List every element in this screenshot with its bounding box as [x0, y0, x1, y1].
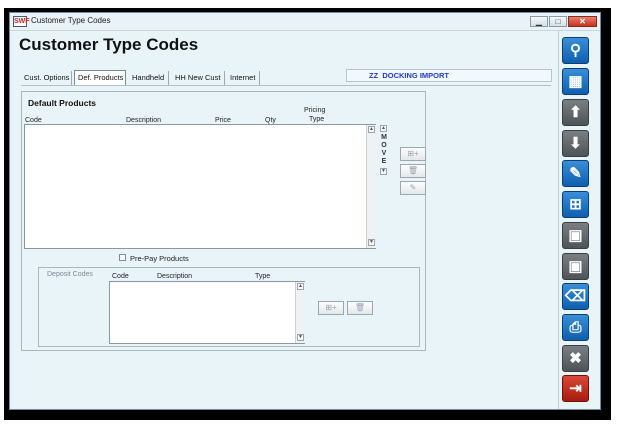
move-up-button[interactable]: ▲ [380, 125, 387, 132]
add-deposit-button[interactable]: ⊞+ [318, 301, 344, 315]
window-close-button[interactable]: ✕ [568, 16, 597, 27]
exit-icon[interactable]: ⇥ [562, 375, 589, 402]
close-icon[interactable]: ✖ [562, 345, 589, 372]
print-icon[interactable]: ⎙ [562, 314, 589, 341]
scroll-down-button[interactable]: ▼ [368, 239, 375, 246]
title-bar[interactable]: SWF Customer Type Codes ▁ □ ✕ [10, 13, 600, 31]
delete-product-button[interactable]: 🗑 [400, 164, 426, 178]
trash-icon[interactable]: ⌫ [562, 283, 589, 310]
page-title: Customer Type Codes [19, 35, 199, 54]
divider [21, 85, 551, 86]
pencil-icon[interactable]: ✎ [562, 160, 589, 187]
move-down-button[interactable]: ▼ [380, 168, 387, 175]
tab-hh-new-cust[interactable]: HH New Cust [172, 71, 225, 86]
grid-icon[interactable]: ▦ [562, 68, 589, 95]
column-description: Description [126, 117, 162, 124]
deposit-scrollbar[interactable]: ▲ ▼ [295, 282, 305, 343]
column-qty: Qty [265, 117, 276, 124]
save-icon[interactable]: ▣ [562, 253, 589, 280]
products-scrollbar[interactable]: ▲ ▼ [366, 125, 376, 248]
search-icon[interactable]: ⚲ [562, 37, 589, 64]
customer-type-code-display: ZZ DOCKING IMPORT [346, 69, 552, 82]
maximize-button[interactable]: □ [549, 16, 567, 27]
column-pricing-type-line2: Type [309, 116, 325, 123]
default-products-list[interactable]: ▲ ▼ [24, 124, 376, 249]
deposit-column-description: Description [157, 273, 193, 280]
deposit-codes-list[interactable]: ▲ ▼ [109, 281, 305, 344]
scroll-up-button[interactable]: ▲ [368, 126, 375, 133]
save-add-icon[interactable]: ▣ [562, 222, 589, 249]
arrow-up-icon[interactable]: ⬆ [562, 99, 589, 126]
deposit-scroll-down-button[interactable]: ▼ [297, 334, 304, 341]
window-title: Customer Type Codes [31, 16, 111, 25]
default-products-title: Default Products [28, 98, 97, 108]
deposit-codes-title: Deposit Codes [47, 271, 93, 278]
minimize-button[interactable]: ▁ [530, 16, 548, 27]
arrow-down-icon[interactable]: ⬇ [562, 130, 589, 157]
app-icon: SWF [13, 16, 30, 27]
deposit-column-type: Type [255, 273, 271, 280]
code-label: ZZ DOCKING IMPORT [369, 71, 450, 80]
prepay-products-checkbox[interactable] [119, 254, 126, 261]
add-document-icon[interactable]: ⊞ [562, 191, 589, 218]
tab-cust-options[interactable]: Cust. Options [21, 71, 72, 86]
deposit-column-code: Code [112, 273, 129, 280]
delete-deposit-button[interactable]: 🗑 [347, 301, 373, 315]
tab-handheld[interactable]: Handheld [129, 71, 169, 86]
column-price: Price [215, 117, 231, 124]
move-letter-e: E [381, 158, 387, 165]
column-code: Code [25, 117, 42, 124]
main-window: SWF Customer Type Codes ▁ □ ✕ Customer T… [9, 12, 601, 410]
edit-product-button[interactable]: ✎ [400, 181, 426, 195]
move-letter-m: M [381, 134, 387, 141]
add-product-button[interactable]: ⊞+ [400, 147, 426, 161]
column-pricing-type-line1: Pricing [304, 107, 326, 114]
toolbar-divider [558, 31, 559, 409]
prepay-products-label: Pre-Pay Products [130, 254, 189, 263]
move-letter-o: O [381, 142, 387, 149]
deposit-scroll-up-button[interactable]: ▲ [297, 283, 304, 290]
tab-internet[interactable]: Internet [227, 71, 260, 86]
move-letter-v: V [381, 150, 387, 157]
tab-def-products[interactable]: Def. Products [74, 70, 126, 86]
